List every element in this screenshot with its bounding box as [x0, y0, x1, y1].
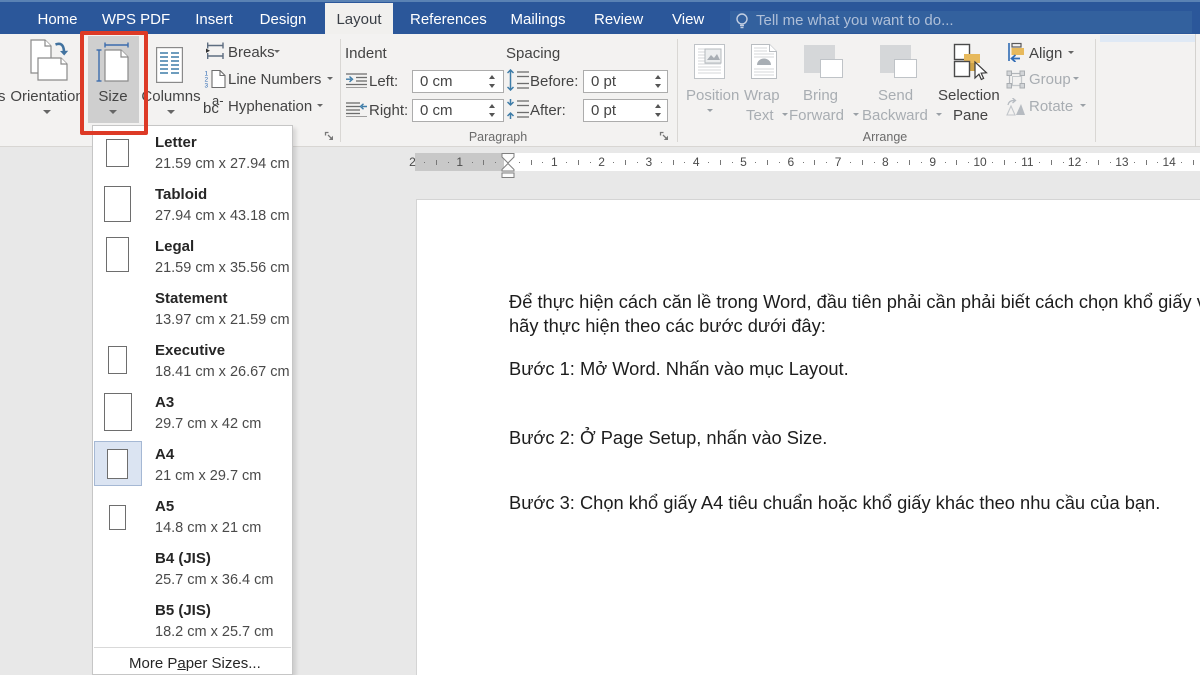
svg-text:3: 3 — [205, 83, 209, 89]
